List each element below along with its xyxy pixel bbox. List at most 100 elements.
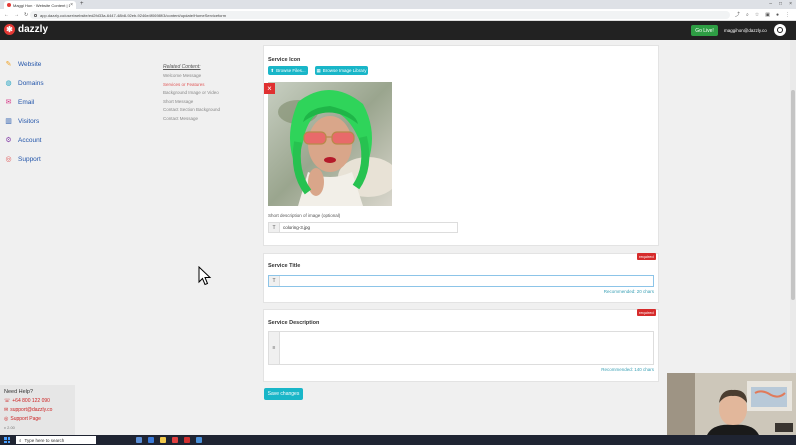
forward-icon[interactable]: → [14, 9, 19, 21]
browser-tab-bar [0, 0, 796, 9]
help-title: Need Help? [4, 389, 34, 395]
maximize-icon[interactable]: □ [779, 0, 782, 8]
reload-icon[interactable]: ↻ [24, 9, 28, 21]
sidebar-item-visitors[interactable]: ▥ Visitors [5, 118, 39, 125]
user-icon [777, 27, 783, 33]
paragraph-icon: ≡ [269, 332, 280, 364]
tab-close-icon[interactable]: × [70, 2, 73, 8]
image-description-field[interactable]: T coloring-3.jpg [268, 222, 458, 233]
sidebar-item-support[interactable]: ◎ Support [5, 156, 41, 163]
email-icon: ✉ [5, 99, 12, 106]
brand-name: dazzly [18, 24, 49, 35]
related-item[interactable]: Short Message [163, 99, 220, 104]
image-description-label: Short description of image (optional) [268, 213, 341, 218]
service-title-input[interactable]: T [268, 275, 654, 287]
chrome-icon[interactable] [172, 437, 178, 443]
profile-icon[interactable]: ● [776, 9, 779, 21]
zoom-icon[interactable]: ⌕ [746, 9, 749, 21]
help-phone-link[interactable]: ☏ +64 800 122 090 [4, 398, 71, 404]
sidebar-item-account[interactable]: ⚙ Account [5, 137, 41, 144]
back-icon[interactable]: ← [4, 9, 9, 21]
mouse-cursor-icon [198, 266, 212, 286]
related-item[interactable]: Contact Message [163, 116, 220, 121]
lock-icon [34, 13, 37, 17]
app-icon[interactable] [184, 437, 190, 443]
sidebar-item-label: Visitors [18, 118, 40, 125]
help-box: Need Help? ☏ +64 800 122 090 ✉ support@daz… [0, 385, 75, 435]
related-item-active[interactable]: Services or Features [163, 82, 220, 87]
related-heading: Related Content: [163, 64, 201, 70]
task-view-icon[interactable] [136, 437, 142, 443]
star-icon[interactable]: ☆ [755, 9, 759, 21]
browser-nav: ← → ↻ [4, 9, 28, 21]
text-icon: T [269, 223, 280, 232]
related-item[interactable]: Contact Section Background [163, 107, 220, 112]
browse-files-label: Browse Files... [276, 68, 306, 73]
webcam-overlay [667, 373, 796, 435]
taskbar-search-placeholder: Type here to search [24, 437, 65, 443]
help-email-link[interactable]: ✉ support@dazzly.co [4, 407, 71, 413]
sidebar-item-label: Support [18, 156, 41, 163]
edge-icon[interactable] [148, 437, 154, 443]
search-icon: ⌕ [19, 437, 22, 443]
taskbar-apps [136, 437, 202, 443]
phone-icon: ☏ [4, 398, 11, 404]
window-controls: – □ × [769, 0, 792, 8]
sidebar-item-domains[interactable]: ◍ Domains [5, 80, 44, 87]
help-email: support@dazzly.co [10, 407, 53, 413]
minimize-icon[interactable]: – [769, 0, 772, 8]
upload-icon: ⬆ [270, 67, 275, 73]
store-icon[interactable] [196, 437, 202, 443]
share-icon[interactable]: ⤴ [735, 9, 740, 21]
file-explorer-icon[interactable] [160, 437, 166, 443]
new-tab-button[interactable]: + [80, 1, 84, 8]
avatar[interactable] [774, 24, 786, 36]
app-version: v 2.00 [4, 425, 15, 430]
service-description-label: Service Description [268, 320, 320, 326]
browser-extensions: ⤴ ⌕ ☆ ▣ ● ⋮ [735, 9, 790, 21]
browse-files-button[interactable]: ⬆ Browse Files... [268, 66, 308, 75]
sidebar-item-email[interactable]: ✉ Email [5, 99, 35, 106]
globe-icon: ◍ [5, 80, 12, 87]
browser-tab[interactable]: Maggi Hon · Website Content | Dazzly × [4, 1, 76, 9]
sidebar-item-website[interactable]: ✎ Website [5, 61, 42, 68]
scrollbar-thumb[interactable] [791, 90, 795, 300]
browse-library-button[interactable]: ▦ Browse Image Library [315, 66, 368, 75]
tab-title: Maggi Hon · Website Content | Dazzly [13, 2, 70, 8]
windows-taskbar: ⌕ Type here to search [0, 435, 796, 445]
sidebar-item-label: Email [18, 99, 35, 106]
chart-icon: ▥ [5, 118, 12, 125]
pen-icon: ✎ [5, 61, 12, 68]
image-description-value: coloring-3.jpg [283, 225, 311, 230]
service-description-hint: Recommended: 140 chars [601, 367, 654, 372]
help-page: Support Page [10, 416, 41, 422]
taskbar-search[interactable]: ⌕ Type here to search [16, 436, 96, 444]
url-text: app.dazzly.co/user/website/ed2fd33a-6447… [40, 12, 227, 18]
dazzly-logo[interactable]: ✱ dazzly [4, 24, 48, 35]
browse-library-label: Browse Image Library [322, 68, 367, 73]
user-email[interactable]: maggihon@dazzly.co [724, 25, 767, 36]
extensions-icon[interactable]: ▣ [765, 9, 770, 21]
app-header [0, 21, 796, 40]
related-item[interactable]: Background Image or Video [163, 90, 220, 95]
url-field[interactable]: app.dazzly.co/user/website/ed2fd33a-6447… [30, 11, 730, 19]
window-close-icon[interactable]: × [789, 0, 792, 8]
gear-icon: ⚙ [5, 137, 12, 144]
sidebar-item-label: Domains [18, 80, 44, 87]
service-image [268, 82, 392, 206]
image-icon: ▦ [316, 67, 321, 73]
service-icon-label: Service Icon [268, 57, 301, 63]
service-description-textarea[interactable]: ≡ [268, 331, 654, 365]
remove-image-button[interactable]: × [264, 83, 275, 94]
go-live-button[interactable]: Go Live! [691, 25, 718, 36]
save-changes-button[interactable]: Save changes [264, 388, 303, 400]
menu-icon[interactable]: ⋮ [785, 9, 790, 21]
related-item[interactable]: Welcome Message [163, 73, 220, 78]
webcam-video [667, 373, 796, 435]
mail-icon: ✉ [4, 407, 9, 413]
required-badge-desc: required [637, 309, 656, 316]
help-support-link[interactable]: ◎ Support Page [4, 416, 71, 422]
windows-start-icon[interactable] [4, 437, 10, 443]
support-icon: ◎ [4, 416, 9, 422]
service-title-hint: Recommended: 20 chars [603, 289, 654, 294]
